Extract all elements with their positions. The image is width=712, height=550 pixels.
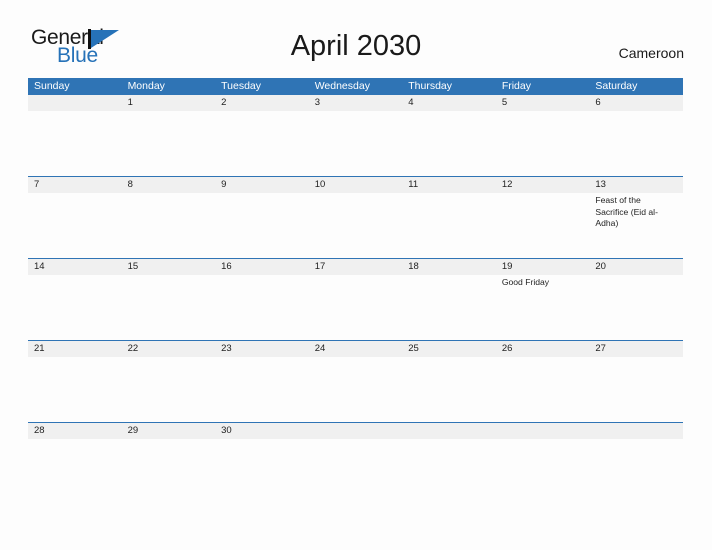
day-number[interactable]: 20	[589, 259, 683, 275]
weekday-saturday: Saturday	[595, 80, 638, 92]
day-number[interactable]: 16	[215, 259, 309, 275]
day-event[interactable]: Good Friday	[496, 275, 590, 340]
day-number[interactable]: 15	[122, 259, 216, 275]
day-number[interactable]: 12	[496, 177, 590, 193]
day-number[interactable]: 27	[589, 341, 683, 357]
weekday-header-row: Sunday Monday Tuesday Wednesday Thursday…	[28, 78, 683, 95]
weekday-wednesday: Wednesday	[314, 80, 370, 92]
day-event[interactable]	[215, 193, 309, 258]
day-event[interactable]	[402, 193, 496, 258]
day-event[interactable]	[215, 275, 309, 340]
day-number[interactable]	[589, 423, 683, 439]
day-number[interactable]: 17	[309, 259, 403, 275]
day-number[interactable]	[309, 423, 403, 439]
day-number[interactable]: 3	[309, 95, 403, 111]
day-event[interactable]	[215, 111, 309, 176]
day-event[interactable]	[589, 439, 683, 489]
day-event[interactable]	[122, 193, 216, 258]
day-number[interactable]: 1	[122, 95, 216, 111]
weekday-sunday: Sunday	[34, 80, 70, 92]
day-event[interactable]	[28, 193, 122, 258]
day-event[interactable]	[309, 439, 403, 489]
day-number[interactable]	[402, 423, 496, 439]
day-event[interactable]	[309, 275, 403, 340]
calendar-week-row: 7 8 9 10 11 12 13 Feast of the Sacrifice…	[28, 176, 683, 258]
day-event[interactable]	[122, 357, 216, 422]
day-number[interactable]: 22	[122, 341, 216, 357]
day-event[interactable]	[496, 357, 590, 422]
day-event[interactable]	[496, 111, 590, 176]
day-event[interactable]: Feast of the Sacrifice (Eid al-Adha)	[589, 193, 683, 258]
day-event[interactable]	[402, 357, 496, 422]
week-date-band: 7 8 9 10 11 12 13	[28, 177, 683, 193]
day-event[interactable]	[28, 275, 122, 340]
weekday-tuesday: Tuesday	[221, 80, 262, 92]
day-event[interactable]	[589, 275, 683, 340]
calendar-page: General Blue April 2030 Cameroon Sunday …	[0, 0, 712, 550]
day-number[interactable]: 29	[122, 423, 216, 439]
day-number[interactable]: 5	[496, 95, 590, 111]
day-number[interactable]: 6	[589, 95, 683, 111]
calendar-grid: Sunday Monday Tuesday Wednesday Thursday…	[28, 78, 683, 489]
week-date-band: 1 2 3 4 5 6	[28, 95, 683, 111]
calendar-week-row: 21 22 23 24 25 26 27	[28, 340, 683, 422]
day-number[interactable]: 25	[402, 341, 496, 357]
day-event[interactable]	[215, 357, 309, 422]
day-event[interactable]	[402, 275, 496, 340]
day-event[interactable]	[122, 275, 216, 340]
day-event[interactable]	[402, 439, 496, 489]
day-number[interactable]: 18	[402, 259, 496, 275]
weekday-friday: Friday	[501, 80, 531, 92]
calendar-week-row: 28 29 30	[28, 422, 683, 489]
calendar-week-row: 1 2 3 4 5 6	[28, 95, 683, 176]
day-number[interactable]	[28, 95, 122, 111]
day-event[interactable]	[496, 193, 590, 258]
day-event[interactable]	[28, 439, 122, 489]
country-label: Cameroon	[618, 45, 684, 61]
day-event[interactable]	[402, 111, 496, 176]
day-number[interactable]: 24	[309, 341, 403, 357]
week-date-band: 28 29 30	[28, 423, 683, 439]
day-number[interactable]: 2	[215, 95, 309, 111]
day-number[interactable]: 10	[309, 177, 403, 193]
page-title: April 2030	[290, 30, 422, 62]
day-event[interactable]	[496, 439, 590, 489]
day-number[interactable]: 28	[28, 423, 122, 439]
day-event[interactable]	[309, 111, 403, 176]
day-event[interactable]	[28, 111, 122, 176]
day-event[interactable]	[122, 111, 216, 176]
week-event-band	[28, 111, 683, 176]
day-event[interactable]	[28, 357, 122, 422]
day-number[interactable]	[496, 423, 590, 439]
calendar-week-row: 14 15 16 17 18 19 20 Good Friday	[28, 258, 683, 340]
week-event-band: Feast of the Sacrifice (Eid al-Adha)	[28, 193, 683, 258]
week-event-band	[28, 439, 683, 489]
day-number[interactable]: 8	[122, 177, 216, 193]
page-header: General Blue April 2030 Cameroon	[0, 0, 712, 76]
weekday-thursday: Thursday	[408, 80, 453, 92]
day-event[interactable]	[589, 357, 683, 422]
day-event[interactable]	[122, 439, 216, 489]
week-date-band: 14 15 16 17 18 19 20	[28, 259, 683, 275]
day-number[interactable]: 19	[496, 259, 590, 275]
week-date-band: 21 22 23 24 25 26 27	[28, 341, 683, 357]
day-number[interactable]: 21	[28, 341, 122, 357]
day-event[interactable]	[589, 111, 683, 176]
day-number[interactable]: 7	[28, 177, 122, 193]
day-number[interactable]: 23	[215, 341, 309, 357]
day-number[interactable]: 4	[402, 95, 496, 111]
day-number[interactable]: 11	[402, 177, 496, 193]
day-number[interactable]: 26	[496, 341, 590, 357]
weekday-monday: Monday	[127, 80, 165, 92]
day-number[interactable]: 13	[589, 177, 683, 193]
week-event-band	[28, 357, 683, 422]
day-number[interactable]: 14	[28, 259, 122, 275]
day-event[interactable]	[309, 357, 403, 422]
day-event[interactable]	[215, 439, 309, 489]
week-event-band: Good Friday	[28, 275, 683, 340]
day-number[interactable]: 30	[215, 423, 309, 439]
day-event[interactable]	[309, 193, 403, 258]
day-number[interactable]: 9	[215, 177, 309, 193]
